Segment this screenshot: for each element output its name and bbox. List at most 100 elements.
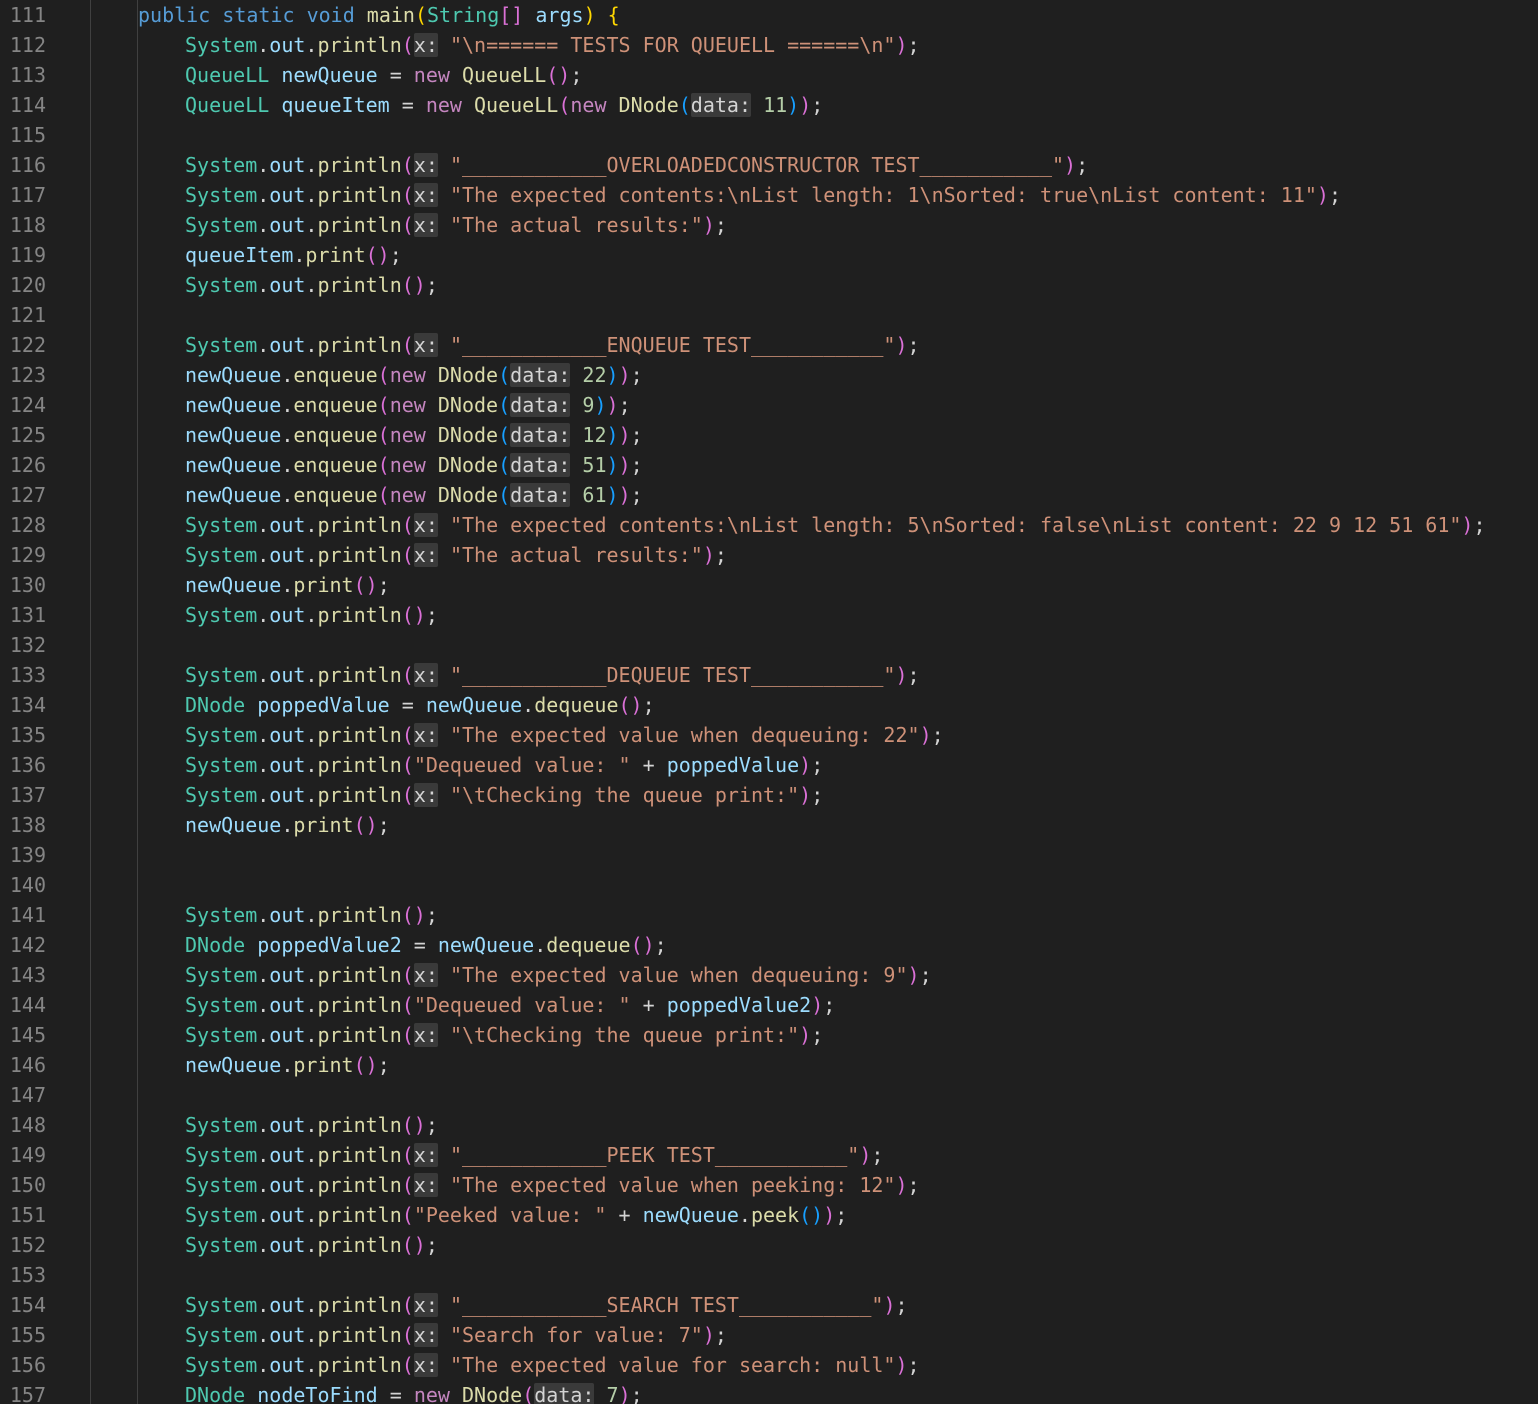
code-line[interactable]: 121	[0, 300, 1538, 330]
code-token: )	[919, 723, 932, 747]
code-token: System	[185, 1353, 258, 1377]
code-token: ;	[714, 1323, 727, 1347]
code-token: (	[498, 393, 511, 417]
code-line[interactable]: 151 System.out.println("Peeked value: " +…	[0, 1200, 1538, 1230]
line-number: 138	[9, 813, 46, 837]
code-line[interactable]: 127 newQueue.enqueue(new DNode(data: 61))…	[0, 480, 1538, 510]
code-line[interactable]: 124 newQueue.enqueue(new DNode(data: 9));	[0, 390, 1538, 420]
code-text: newQueue.enqueue(new DNode(data: 12));	[185, 420, 643, 450]
code-token: ;	[377, 813, 390, 837]
code-line[interactable]: 123 newQueue.enqueue(new DNode(data: 22))…	[0, 360, 1538, 390]
code-line[interactable]: 143 System.out.println(x: "The expected v…	[0, 960, 1538, 990]
code-line[interactable]: 153	[0, 1260, 1538, 1290]
code-line[interactable]: 116 System.out.println(x: "____________OV…	[0, 150, 1538, 180]
code-token: newQueue	[185, 363, 282, 387]
code-token: "The actual results:"	[449, 213, 703, 237]
code-token: ()	[546, 63, 571, 87]
line-number: 135	[9, 723, 46, 747]
code-line[interactable]: 132	[0, 630, 1538, 660]
code-line[interactable]: 122 System.out.println(x: "____________EN…	[0, 330, 1538, 360]
code-line[interactable]: 144 System.out.println("Dequeued value: "…	[0, 990, 1538, 1020]
code-line[interactable]: 140	[0, 870, 1538, 900]
code-line[interactable]: 134 DNode poppedValue = newQueue.dequeue(…	[0, 690, 1538, 720]
line-number: 114	[9, 93, 46, 117]
code-line[interactable]: 135 System.out.println(x: "The expected v…	[0, 720, 1538, 750]
line-number: 116	[9, 153, 46, 177]
code-line[interactable]: 149 System.out.println(x: "____________PE…	[0, 1140, 1538, 1170]
code-line[interactable]: 120 System.out.println();	[0, 270, 1538, 300]
code-text: System.out.println("Dequeued value: " + …	[185, 990, 835, 1020]
code-line[interactable]: 112 System.out.println(x: "\n====== TESTS…	[0, 30, 1538, 60]
code-line[interactable]: 148 System.out.println();	[0, 1110, 1538, 1140]
line-number: 113	[9, 63, 46, 87]
code-token: )	[811, 993, 824, 1017]
code-line[interactable]: 130 newQueue.print();	[0, 570, 1538, 600]
code-token: ()	[401, 903, 426, 927]
code-line[interactable]: 125 newQueue.enqueue(new DNode(data: 12))…	[0, 420, 1538, 450]
code-line[interactable]: 156 System.out.println(x: "The expected v…	[0, 1350, 1538, 1380]
line-number: 133	[9, 663, 46, 687]
code-line[interactable]: 117 System.out.println(x: "The expected c…	[0, 180, 1538, 210]
code-line[interactable]: 141 System.out.println();	[0, 900, 1538, 930]
code-token: System	[185, 1293, 258, 1317]
code-line[interactable]: 136 System.out.println("Dequeued value: "…	[0, 750, 1538, 780]
code-line[interactable]: 119 queueItem.print();	[0, 240, 1538, 270]
code-text: System.out.println(x: "The expected cont…	[185, 180, 1341, 210]
code-line[interactable]: 131 System.out.println();	[0, 600, 1538, 630]
code-token: .	[305, 1233, 318, 1257]
code-token: )	[907, 963, 920, 987]
code-editor[interactable]: 111 public static void main(String[] args…	[0, 0, 1538, 1404]
code-line[interactable]: 133 System.out.println(x: "____________DE…	[0, 660, 1538, 690]
code-line[interactable]: 113 QueueLL newQueue = new QueueLL();	[0, 60, 1538, 90]
code-line[interactable]: 114 QueueLL queueItem = new QueueLL(new D…	[0, 90, 1538, 120]
code-token: .	[257, 993, 270, 1017]
code-token: .	[305, 513, 318, 537]
code-line[interactable]: 147	[0, 1080, 1538, 1110]
code-token: .	[257, 33, 270, 57]
code-line[interactable]: 126 newQueue.enqueue(new DNode(data: 51))…	[0, 450, 1538, 480]
code-line[interactable]: 145 System.out.println(x: "\tChecking the…	[0, 1020, 1538, 1050]
code-token: (	[377, 453, 390, 477]
code-token: out	[269, 213, 306, 237]
line-number: 117	[9, 183, 46, 207]
code-token: )	[823, 1203, 836, 1227]
code-line[interactable]: 138 newQueue.print();	[0, 810, 1538, 840]
code-line[interactable]: 146 newQueue.print();	[0, 1050, 1538, 1080]
code-token: )	[1316, 183, 1329, 207]
code-token: .	[281, 483, 294, 507]
code-token: "____________SEARCH TEST___________"	[449, 1293, 884, 1317]
code-line[interactable]: 118 System.out.println(x: "The actual res…	[0, 210, 1538, 240]
code-line[interactable]: 155 System.out.println(x: "Search for val…	[0, 1320, 1538, 1350]
code-token: .	[257, 1233, 270, 1257]
code-token: poppedValue2	[257, 933, 402, 957]
code-token: )	[1064, 153, 1077, 177]
code-token: ;	[425, 1113, 438, 1137]
code-line[interactable]: 137 System.out.println(x: "\tChecking the…	[0, 780, 1538, 810]
code-line[interactable]: 129 System.out.println(x: "The actual res…	[0, 540, 1538, 570]
code-line[interactable]: 142 DNode poppedValue2 = newQueue.dequeue…	[0, 930, 1538, 960]
code-line[interactable]: 157 DNode nodeToFind = new DNode(data: 7)…	[0, 1380, 1538, 1404]
code-line[interactable]: 128 System.out.println(x: "The expected c…	[0, 510, 1538, 540]
code-token: "____________ENQUEUE TEST___________"	[449, 333, 896, 357]
code-line[interactable]: 154 System.out.println(x: "____________SE…	[0, 1290, 1538, 1320]
code-line[interactable]: 139	[0, 840, 1538, 870]
code-token: (	[401, 723, 414, 747]
line-number: 125	[9, 423, 46, 447]
code-line[interactable]: 111 public static void main(String[] args…	[0, 0, 1538, 30]
code-line[interactable]: 150 System.out.println(x: "The expected v…	[0, 1170, 1538, 1200]
code-token: (	[498, 453, 511, 477]
code-text: DNode poppedValue = newQueue.dequeue();	[185, 690, 655, 720]
code-token: (	[401, 213, 414, 237]
code-token: (	[401, 783, 414, 807]
code-line[interactable]: 115	[0, 120, 1538, 150]
code-token: new	[413, 1383, 450, 1404]
code-token: )	[799, 1023, 812, 1047]
code-line[interactable]: 152 System.out.println();	[0, 1230, 1538, 1260]
